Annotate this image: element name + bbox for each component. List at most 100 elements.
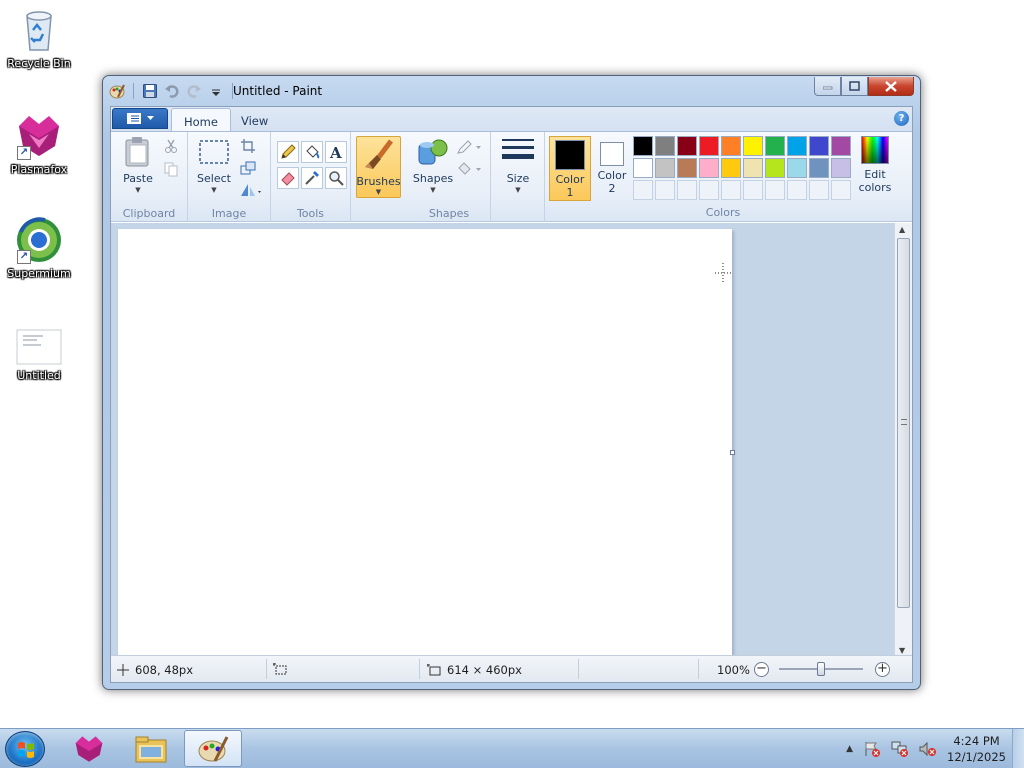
rotate-icon[interactable] bbox=[240, 182, 262, 198]
palette-color-swatch[interactable] bbox=[831, 136, 851, 156]
palette-custom-color-slot[interactable] bbox=[699, 180, 719, 200]
tab-home[interactable]: Home bbox=[171, 108, 231, 131]
palette-custom-color-slot[interactable] bbox=[655, 180, 675, 200]
palette-color-swatch[interactable] bbox=[809, 136, 829, 156]
start-button[interactable] bbox=[5, 731, 45, 767]
palette-custom-color-slot[interactable] bbox=[787, 180, 807, 200]
palette-custom-color-slot[interactable] bbox=[765, 180, 785, 200]
color-1-button[interactable]: Color 1 bbox=[549, 136, 591, 201]
maximize-button[interactable] bbox=[841, 77, 868, 96]
drawing-canvas[interactable] bbox=[118, 229, 732, 657]
customize-qat-icon[interactable] bbox=[208, 83, 224, 99]
paste-button[interactable]: Paste ▼ bbox=[118, 136, 158, 202]
vertical-scrollbar[interactable]: ▲ ▼ bbox=[894, 223, 912, 657]
palette-color-swatch[interactable] bbox=[787, 136, 807, 156]
palette-color-swatch[interactable] bbox=[633, 158, 653, 178]
palette-color-swatch[interactable] bbox=[633, 136, 653, 156]
edit-colors-button[interactable]: Edit colors bbox=[853, 136, 897, 202]
brushes-button[interactable]: Brushes ▼ bbox=[356, 136, 401, 198]
zoom-out-button[interactable]: − bbox=[754, 662, 769, 677]
copy-icon[interactable] bbox=[163, 161, 179, 177]
desktop-icon-supermium[interactable]: ↗ Supermium bbox=[0, 216, 78, 280]
recycle-bin-icon bbox=[15, 6, 63, 54]
palette-color-swatch[interactable] bbox=[677, 136, 697, 156]
palette-color-swatch[interactable] bbox=[655, 158, 675, 178]
window-controls bbox=[814, 77, 914, 96]
windows-logo-icon bbox=[18, 742, 34, 758]
quick-access-toolbar bbox=[109, 83, 235, 99]
paint-menu-button[interactable] bbox=[112, 108, 168, 129]
paint-client-area: Home View ? Paste ▼ Clipboard Select ▼ I… bbox=[110, 106, 913, 683]
palette-color-swatch[interactable] bbox=[721, 158, 741, 178]
palette-color-swatch[interactable] bbox=[721, 136, 741, 156]
outline-icon[interactable] bbox=[456, 139, 482, 155]
palette-custom-color-slot[interactable] bbox=[677, 180, 697, 200]
tab-view[interactable]: View bbox=[229, 108, 280, 131]
close-button[interactable] bbox=[868, 77, 914, 96]
palette-color-swatch[interactable] bbox=[699, 136, 719, 156]
scroll-down-arrow-icon[interactable]: ▼ bbox=[899, 646, 905, 655]
zoom-in-button[interactable]: + bbox=[875, 662, 890, 677]
palette-color-swatch[interactable] bbox=[743, 158, 763, 178]
show-hidden-icons-icon[interactable]: ▲ bbox=[846, 744, 853, 754]
pencil-tool[interactable] bbox=[277, 141, 299, 163]
color-palette bbox=[633, 136, 851, 200]
eraser-tool[interactable] bbox=[277, 167, 299, 189]
palette-custom-color-slot[interactable] bbox=[721, 180, 741, 200]
desktop-icon-label: Supermium bbox=[7, 267, 71, 280]
palette-color-swatch[interactable] bbox=[787, 158, 807, 178]
desktop-icon-untitled[interactable]: Untitled bbox=[0, 328, 78, 382]
desktop-icon-plasmafox[interactable]: ↗ Plasmafox bbox=[0, 112, 78, 176]
text-tool[interactable]: A bbox=[325, 141, 347, 163]
taskbar-clock[interactable]: 4:24 PM 12/1/2025 bbox=[947, 733, 1006, 765]
help-icon[interactable]: ? bbox=[894, 111, 909, 126]
scrollbar-thumb[interactable] bbox=[897, 238, 910, 608]
undo-icon[interactable] bbox=[164, 83, 180, 99]
chevron-down-icon: ▼ bbox=[211, 186, 217, 194]
palette-color-swatch[interactable] bbox=[743, 136, 763, 156]
palette-color-swatch[interactable] bbox=[765, 158, 785, 178]
resize-icon[interactable] bbox=[240, 160, 256, 176]
line-size-icon bbox=[502, 136, 534, 168]
palette-color-swatch[interactable] bbox=[677, 158, 697, 178]
zoom-slider-thumb[interactable] bbox=[817, 662, 825, 676]
fill-icon[interactable] bbox=[456, 161, 482, 177]
shapes-button[interactable]: Shapes ▼ bbox=[413, 136, 453, 202]
palette-color-swatch[interactable] bbox=[831, 158, 851, 178]
magnifier-tool[interactable] bbox=[325, 167, 347, 189]
redo-icon[interactable] bbox=[186, 83, 202, 99]
canvas-size-readout: 614 × 460px bbox=[427, 663, 522, 677]
color-picker-tool[interactable] bbox=[301, 167, 323, 189]
scroll-up-arrow-icon[interactable]: ▲ bbox=[899, 225, 905, 234]
palette-color-swatch[interactable] bbox=[809, 158, 829, 178]
palette-custom-color-slot[interactable] bbox=[633, 180, 653, 200]
taskbar-file-explorer[interactable] bbox=[122, 730, 180, 767]
canvas-resize-handle-right[interactable] bbox=[730, 450, 735, 455]
desktop-icon-recycle-bin[interactable]: Recycle Bin bbox=[0, 6, 78, 70]
palette-color-swatch[interactable] bbox=[655, 136, 675, 156]
palette-color-swatch[interactable] bbox=[765, 136, 785, 156]
palette-custom-color-slot[interactable] bbox=[831, 180, 851, 200]
paint-app-icon[interactable] bbox=[109, 83, 125, 99]
minimize-button[interactable] bbox=[814, 77, 841, 96]
cut-icon[interactable] bbox=[163, 138, 179, 154]
show-desktop-button[interactable] bbox=[1012, 729, 1024, 768]
menu-list-icon bbox=[126, 113, 141, 124]
fill-tool[interactable] bbox=[301, 141, 323, 163]
chevron-down-icon: ▼ bbox=[515, 186, 521, 194]
volume-muted-icon[interactable] bbox=[919, 741, 937, 757]
size-button[interactable]: Size ▼ bbox=[498, 136, 538, 202]
chevron-down-icon: ▼ bbox=[375, 188, 382, 196]
title-bar[interactable]: Untitled - Paint bbox=[103, 76, 920, 106]
action-center-flag-icon[interactable] bbox=[863, 741, 881, 757]
save-icon[interactable] bbox=[142, 83, 158, 99]
select-button[interactable]: Select ▼ bbox=[194, 136, 234, 202]
palette-color-swatch[interactable] bbox=[699, 158, 719, 178]
palette-custom-color-slot[interactable] bbox=[743, 180, 763, 200]
taskbar-paint[interactable] bbox=[184, 730, 242, 767]
network-icon[interactable] bbox=[891, 741, 909, 757]
taskbar-plasmafox[interactable] bbox=[60, 730, 118, 767]
crop-icon[interactable] bbox=[240, 138, 256, 154]
palette-custom-color-slot[interactable] bbox=[809, 180, 829, 200]
color-2-button[interactable]: Color 2 bbox=[591, 136, 633, 201]
